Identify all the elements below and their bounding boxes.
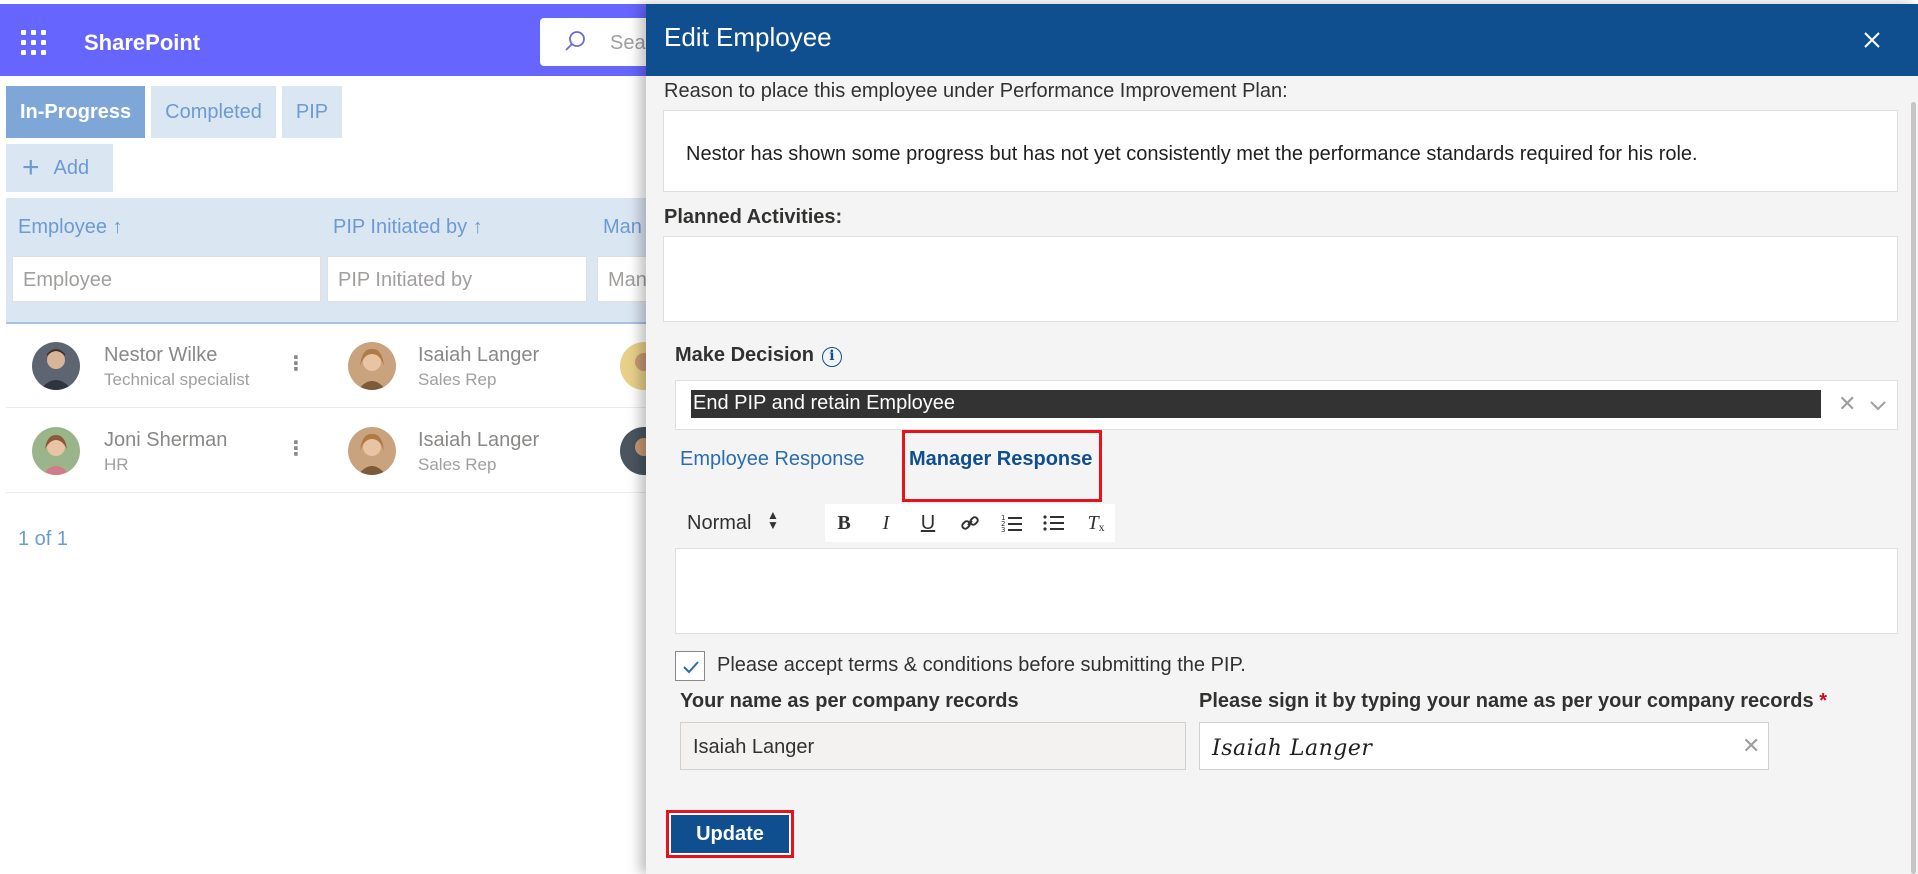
name-field[interactable]: Isaiah Langer [680, 722, 1186, 770]
chevron-down-icon[interactable] [1868, 395, 1888, 415]
required-marker: * [1819, 690, 1827, 712]
terms-label[interactable]: Please accept terms & conditions before … [717, 654, 1246, 677]
signature-text: Isaiah Langer [1212, 736, 1373, 761]
more-options-icon[interactable]: ⋮ [286, 354, 306, 374]
column-header-employee[interactable]: Employee ↑ [18, 216, 123, 239]
tab-employee-response[interactable]: Employee Response [680, 448, 865, 471]
activities-label: Planned Activities: [664, 206, 843, 228]
employee-name[interactable]: Joni Sherman [104, 429, 227, 452]
search-input[interactable]: Sea [610, 32, 646, 55]
decision-selected-value: End PIP and retain Employee [691, 390, 1821, 418]
clear-icon[interactable]: ✕ [1838, 393, 1856, 415]
editor-toolbar: Normal ▲ ▼ B I U 123 Tx [675, 504, 1115, 542]
update-button[interactable]: Update [666, 810, 794, 858]
pagination-label: 1 of 1 [18, 528, 69, 550]
employee-filter-input[interactable]: Employee [12, 256, 321, 302]
tab-completed[interactable]: Completed [151, 86, 276, 138]
employee-title: Technical specialist [104, 370, 250, 389]
format-select[interactable]: Normal [687, 512, 751, 535]
decision-label: Make Decision [675, 344, 814, 366]
initiator-title: Sales Rep [418, 370, 497, 389]
edit-employee-panel: Edit Employee Reason to place this emplo… [646, 4, 1918, 874]
grid-header: Employee ↑ PIP Initiated by ↑ Man Employ… [6, 198, 660, 322]
italic-icon[interactable]: I [869, 506, 903, 540]
add-button-label: Add [53, 156, 90, 179]
sort-arrows-icon: ▲ ▼ [767, 508, 779, 532]
decision-label-row: Make Decision i [675, 344, 842, 367]
underline-icon[interactable]: U [911, 506, 945, 540]
initiator-name[interactable]: Isaiah Langer [418, 429, 539, 452]
sign-label: Please sign it by typing your name as pe… [1199, 690, 1814, 712]
reason-label: Reason to place this employee under Perf… [664, 80, 1288, 102]
activities-textarea[interactable] [663, 236, 1898, 322]
more-options-icon[interactable]: ⋮ [286, 439, 306, 459]
tab-pip[interactable]: PIP [281, 86, 343, 138]
clear-format-icon[interactable]: Tx [1079, 506, 1113, 540]
tab-in-progress[interactable]: In-Progress [6, 86, 146, 138]
clear-icon[interactable]: ✕ [1742, 735, 1760, 757]
checkmark-icon [683, 661, 699, 674]
employee-name[interactable]: Nestor Wilke [104, 344, 217, 367]
terms-checkbox[interactable] [675, 651, 705, 681]
avatar [32, 342, 80, 390]
pip-list-page: In-Progress Completed PIP + Add Employee… [0, 76, 660, 874]
svg-text:3: 3 [1001, 526, 1005, 533]
avatar [32, 427, 80, 475]
close-icon[interactable] [1856, 24, 1888, 56]
employee-title: HR [104, 455, 129, 474]
reason-text: Nestor has shown some progress but has n… [686, 143, 1698, 165]
search-icon [565, 31, 585, 51]
bold-icon[interactable]: B [827, 506, 861, 540]
app-launcher-icon[interactable] [21, 30, 47, 56]
plus-icon: + [22, 151, 40, 184]
avatar [348, 427, 396, 475]
panel-scrollbar[interactable] [1911, 102, 1916, 874]
manager-response-editor[interactable] [675, 548, 1898, 634]
sign-label-row: Please sign it by typing your name as pe… [1199, 690, 1827, 713]
avatar [348, 342, 396, 390]
app-title[interactable]: SharePoint [84, 30, 200, 56]
initiator-title: Sales Rep [418, 455, 497, 474]
manager-response-highlight [902, 430, 1102, 502]
add-button[interactable]: + Add [6, 144, 113, 192]
avatar [620, 427, 646, 475]
table-row[interactable]: Joni Sherman HR ⋮ Isaiah Langer Sales Re… [6, 409, 660, 493]
bullet-list-icon[interactable] [1037, 506, 1071, 540]
reason-textarea[interactable]: Nestor has shown some progress but has n… [663, 110, 1898, 192]
name-label: Your name as per company records [680, 690, 1019, 712]
avatar [620, 342, 646, 390]
signature-input[interactable]: Isaiah Langer ✕ [1199, 722, 1769, 770]
decision-dropdown[interactable]: End PIP and retain Employee ✕ [675, 380, 1898, 430]
info-icon[interactable]: i [821, 347, 842, 367]
status-tabs: In-Progress Completed PIP [6, 86, 343, 138]
panel-header: Edit Employee [646, 4, 1918, 76]
initiator-filter-input[interactable]: PIP Initiated by [327, 256, 587, 302]
ordered-list-icon[interactable]: 123 [995, 506, 1029, 540]
initiator-name[interactable]: Isaiah Langer [418, 344, 539, 367]
table-row[interactable]: Nestor Wilke Technical specialist ⋮ Isai… [6, 324, 660, 408]
column-header-pip-initiated-by[interactable]: PIP Initiated by ↑ [333, 216, 483, 239]
link-icon[interactable] [953, 506, 987, 540]
panel-title: Edit Employee [664, 22, 832, 52]
